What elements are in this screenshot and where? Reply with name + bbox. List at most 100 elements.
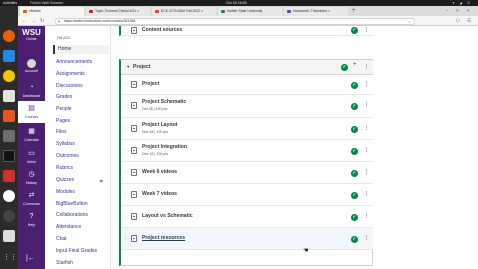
- module-item-row[interactable]: ⋮⋮ Project Layout Nov 18 | 100 pts ✓ ⋮: [121, 118, 373, 140]
- help-app-icon[interactable]: [3, 130, 15, 142]
- rhythmbox-icon[interactable]: [3, 70, 15, 82]
- global-nav-account[interactable]: Account: [18, 56, 45, 78]
- module-item-title[interactable]: Layout vs Schematic: [142, 213, 193, 219]
- module-item-row[interactable]: ⋮⋮ Project ✓ ⋮: [121, 75, 373, 95]
- software-center-icon[interactable]: [3, 110, 15, 122]
- module-item-title[interactable]: Project: [142, 81, 159, 87]
- add-item-icon[interactable]: +: [353, 62, 357, 68]
- published-check-icon[interactable]: ✓: [351, 170, 358, 177]
- course-nav-syllabus[interactable]: Syllabus: [53, 140, 109, 149]
- course-nav-pages[interactable]: Pages: [53, 117, 109, 126]
- show-apps-grid-icon[interactable]: ⋮⋮: [3, 252, 17, 264]
- global-nav-history[interactable]: ◷ History: [18, 167, 45, 189]
- published-check-icon[interactable]: ✓: [351, 192, 358, 199]
- kebab-menu-icon[interactable]: ⋮: [364, 27, 369, 33]
- kebab-menu-icon[interactable]: ⋮: [364, 235, 369, 241]
- course-nav-files[interactable]: Files: [53, 128, 109, 137]
- app-icon[interactable]: [3, 190, 15, 202]
- kebab-menu-icon[interactable]: ⋮: [364, 125, 369, 131]
- back-icon[interactable]: ←: [22, 17, 27, 25]
- bookmark-star-icon[interactable]: ☆: [407, 19, 411, 24]
- drag-handle-icon[interactable]: ⋮⋮: [123, 126, 130, 131]
- kebab-menu-icon[interactable]: ⋮: [364, 169, 369, 175]
- drag-handle-icon[interactable]: ⋮⋮: [123, 214, 130, 219]
- drag-handle-icon[interactable]: ⋮⋮: [123, 82, 130, 87]
- module-item-row[interactable]: ⋮⋮ Project Integration Dec 16 | 100 pts …: [121, 140, 373, 162]
- published-check-icon[interactable]: ✓: [351, 103, 358, 110]
- collapse-nav-icon[interactable]: |←: [26, 255, 35, 262]
- libreoffice-writer-icon[interactable]: [3, 90, 15, 102]
- wsu-online-logo[interactable]: WSU Online: [20, 29, 43, 42]
- browser-menu-icons[interactable]: ⬡ ☰: [456, 17, 474, 25]
- module-item-title[interactable]: Week 7 videos: [142, 191, 177, 197]
- files-icon[interactable]: [3, 230, 15, 242]
- course-nav-bigbluebutton[interactable]: BigBlueButton: [53, 200, 109, 209]
- course-nav-grades[interactable]: Grades: [53, 93, 109, 102]
- app-icon[interactable]: [3, 170, 15, 182]
- course-nav-starfish[interactable]: Starfish: [53, 259, 109, 268]
- kebab-menu-icon[interactable]: ⋮: [364, 102, 369, 108]
- module-header[interactable]: ⋮⋮ ▾ Project ✓ + ⋮: [121, 60, 373, 75]
- browser-tab[interactable]: sitedian: [20, 7, 84, 16]
- reload-icon[interactable]: ↻: [40, 17, 44, 25]
- kebab-menu-icon[interactable]: ⋮: [364, 191, 369, 197]
- firefox-icon[interactable]: [3, 30, 15, 42]
- browser-tab[interactable]: Homework 7 Members ×: [284, 7, 348, 16]
- global-nav-inbox[interactable]: ▭ Inbox: [18, 146, 45, 168]
- drag-handle-icon[interactable]: ⋮⋮: [123, 192, 130, 197]
- drag-handle-icon[interactable]: ⋮⋮: [123, 103, 130, 108]
- module-item-title[interactable]: Week 6 videos: [142, 169, 177, 175]
- module-item-row[interactable]: ⋮⋮ Layout vs Schematic ✓ ⋮: [121, 206, 373, 228]
- close-window-button[interactable]: ×: [467, 8, 470, 14]
- module-item-row[interactable]: ⋮⋮ Project resources ✓ ⋮: [121, 228, 373, 250]
- course-nav-input-final-grades[interactable]: Input Final Grades: [53, 247, 109, 256]
- course-nav-discussions[interactable]: Discussions: [53, 82, 109, 91]
- module-item-title[interactable]: Project Schematic: [142, 99, 186, 105]
- published-check-icon[interactable]: ✓: [351, 82, 358, 89]
- published-check-icon[interactable]: ✓: [351, 214, 358, 221]
- chevron-down-icon[interactable]: ▾: [127, 64, 129, 70]
- global-nav-courses[interactable]: ▤ Courses: [18, 101, 45, 123]
- settings-gear-icon[interactable]: [3, 210, 15, 222]
- module-item-title[interactable]: Project Layout: [142, 122, 177, 128]
- kebab-menu-icon[interactable]: ⋮: [364, 147, 369, 153]
- module-item-title[interactable]: Project Integration: [142, 144, 187, 150]
- course-nav-home[interactable]: Home: [53, 45, 109, 54]
- browser-tab[interactable]: Topic: Tochemi Chessi 4G1 ×: [86, 7, 150, 16]
- course-nav-people[interactable]: People: [53, 105, 109, 114]
- course-nav-assignments[interactable]: Assignments: [53, 70, 109, 79]
- module-item-row[interactable]: ⋮⋮ Week 6 videos ✓ ⋮: [121, 162, 373, 184]
- course-nav-attendance[interactable]: Attendance: [53, 223, 109, 232]
- course-nav-modules[interactable]: Modules: [53, 188, 109, 197]
- drag-handle-icon[interactable]: ⋮⋮: [123, 170, 130, 175]
- published-check-icon[interactable]: ✓: [351, 236, 358, 243]
- course-nav-collaborations[interactable]: Collaborations: [53, 211, 109, 220]
- maximize-button[interactable]: □: [456, 8, 459, 14]
- forward-icon[interactable]: →: [31, 17, 36, 25]
- published-check-icon[interactable]: ✓: [351, 27, 358, 34]
- global-nav-commons[interactable]: ⇄ Commons: [18, 188, 45, 210]
- thunderbird-icon[interactable]: [3, 50, 15, 62]
- published-check-icon[interactable]: ✓: [351, 148, 358, 155]
- global-nav-help[interactable]: ? Help: [18, 209, 45, 231]
- kebab-menu-icon[interactable]: ⋮: [364, 213, 369, 219]
- address-bar[interactable]: 🔒︎ https://webri.instructure.com/courses…: [55, 17, 415, 25]
- course-nav-rubrics[interactable]: Rubrics: [53, 164, 109, 173]
- browser-tab[interactable]: Vedtier State University: [218, 7, 282, 16]
- course-nav-outcomes[interactable]: Outcomes: [53, 152, 109, 161]
- minimize-button[interactable]: –: [446, 8, 449, 14]
- module-item-row[interactable]: ⋮⋮ Project Schematic Oct 28 | 100 pts ✓ …: [121, 95, 373, 118]
- terminal-icon[interactable]: [3, 150, 15, 162]
- module-item-title[interactable]: Content sources: [142, 27, 182, 33]
- browser-tab[interactable]: ECE 4729-6350 Fall 2022 ×: [152, 7, 216, 16]
- kebab-menu-icon[interactable]: ⋮: [364, 81, 369, 87]
- drag-handle-icon[interactable]: ⋮⋮: [123, 28, 130, 33]
- new-tab-button[interactable]: +: [352, 7, 356, 16]
- published-check-icon[interactable]: ✓: [341, 64, 348, 71]
- course-nav-chat[interactable]: Chat: [53, 235, 109, 244]
- course-nav-quizzes[interactable]: Quizzes ◉: [53, 176, 109, 185]
- global-nav-dashboard[interactable]: ◔ Dashboard: [18, 80, 45, 102]
- drag-handle-icon[interactable]: ⋮⋮: [123, 236, 130, 241]
- drag-handle-icon[interactable]: ⋮⋮: [123, 148, 130, 153]
- global-nav-calendar[interactable]: ▦ Calendar: [18, 124, 45, 146]
